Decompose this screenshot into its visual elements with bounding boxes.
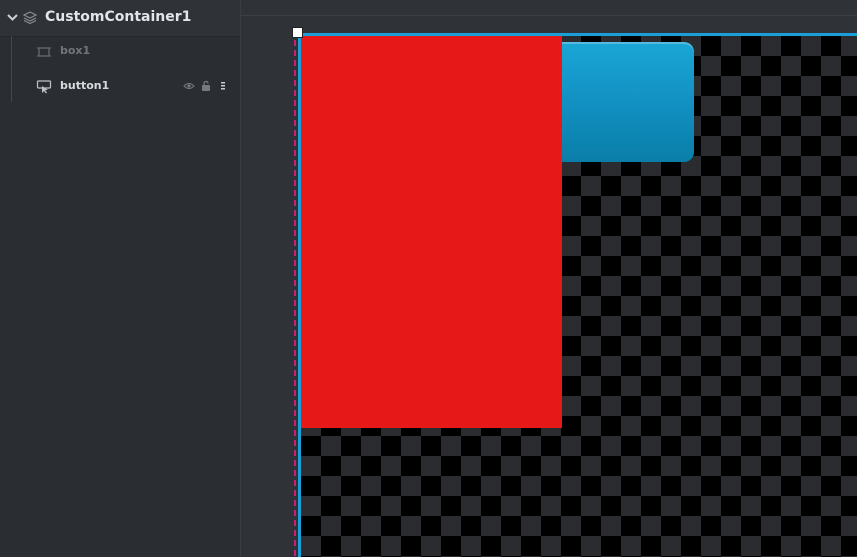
eye-icon[interactable] bbox=[183, 80, 195, 92]
layers-panel: CustomContainer1 box1 button1 bbox=[0, 0, 241, 557]
canvas-ruler-line bbox=[241, 15, 857, 16]
box1-element[interactable] bbox=[301, 36, 562, 428]
box-outline-icon bbox=[37, 47, 51, 57]
chevron-down-icon[interactable] bbox=[6, 11, 19, 24]
tree-item-label: box1 bbox=[60, 44, 91, 57]
tree-root-label: CustomContainer1 bbox=[45, 9, 192, 25]
tree-root-row[interactable]: CustomContainer1 bbox=[0, 0, 240, 37]
layers-icon bbox=[22, 11, 38, 25]
button1-element[interactable] bbox=[540, 42, 694, 162]
tree-item-button1[interactable]: button1 bbox=[0, 70, 240, 102]
resize-handle[interactable] bbox=[292, 27, 303, 38]
button-cursor-icon bbox=[36, 80, 52, 94]
tree-item-box1[interactable]: box1 bbox=[0, 36, 240, 68]
tree-item-label: button1 bbox=[60, 79, 110, 92]
alignment-guide-line bbox=[294, 40, 296, 557]
lock-icon[interactable] bbox=[200, 80, 212, 92]
drag-handle-icon[interactable] bbox=[217, 80, 229, 92]
